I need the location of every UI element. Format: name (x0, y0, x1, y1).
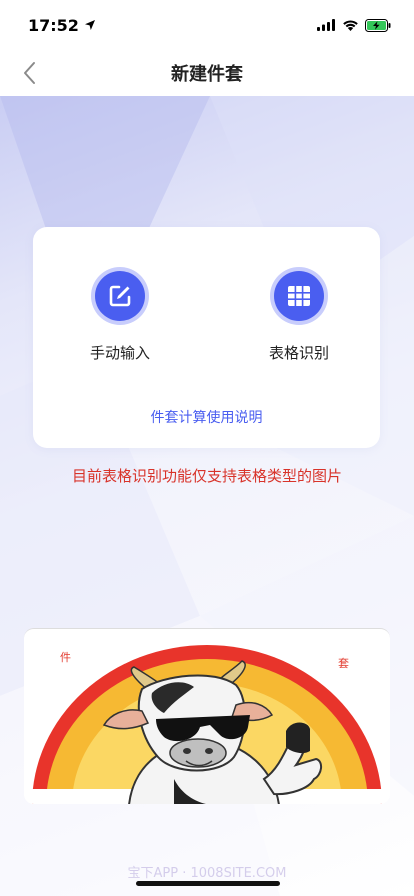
edit-icon (109, 285, 131, 307)
table-recognition-option[interactable]: 表格识别 (239, 267, 359, 363)
home-indicator[interactable] (136, 881, 280, 886)
status-icons (317, 18, 392, 32)
time-text: 17:52 (28, 15, 79, 35)
banner-text-right: 套 (338, 657, 349, 670)
cellular-signal-icon (317, 19, 335, 31)
manual-input-option[interactable]: 手动输入 (60, 267, 180, 363)
table-recognition-label: 表格识别 (268, 344, 329, 362)
page-title: 新建件套 (171, 64, 243, 85)
back-button[interactable] (18, 60, 44, 86)
cow-banner-image[interactable]: 件 套 (24, 628, 390, 804)
battery-charging-icon (365, 18, 391, 32)
recognition-notice: 目前表格识别功能仅支持表格类型的图片 (71, 467, 342, 485)
banner-text-left: 件 (60, 651, 71, 664)
manual-input-label: 手动输入 (89, 344, 150, 362)
create-method-card: 手动输入 表格识别 件套计算使用说明 (33, 227, 380, 448)
wifi-icon (343, 20, 358, 31)
location-arrow-icon (84, 20, 95, 30)
table-grid-icon (288, 286, 310, 306)
nav-bar: 新建件套 (0, 50, 414, 96)
table-icon-core (274, 271, 324, 321)
manual-icon-ring (91, 267, 149, 325)
usage-instructions-link[interactable]: 件套计算使用说明 (33, 407, 380, 427)
manual-icon-core (95, 271, 145, 321)
cow-mascot-illustration (24, 645, 390, 804)
status-time: 17:52 (28, 16, 96, 35)
status-bar: 17:52 (0, 0, 414, 50)
watermark-text: 宝下APP · 1008SITE.COM (127, 866, 287, 881)
table-icon-ring (270, 267, 328, 325)
chevron-left-icon (24, 62, 35, 84)
